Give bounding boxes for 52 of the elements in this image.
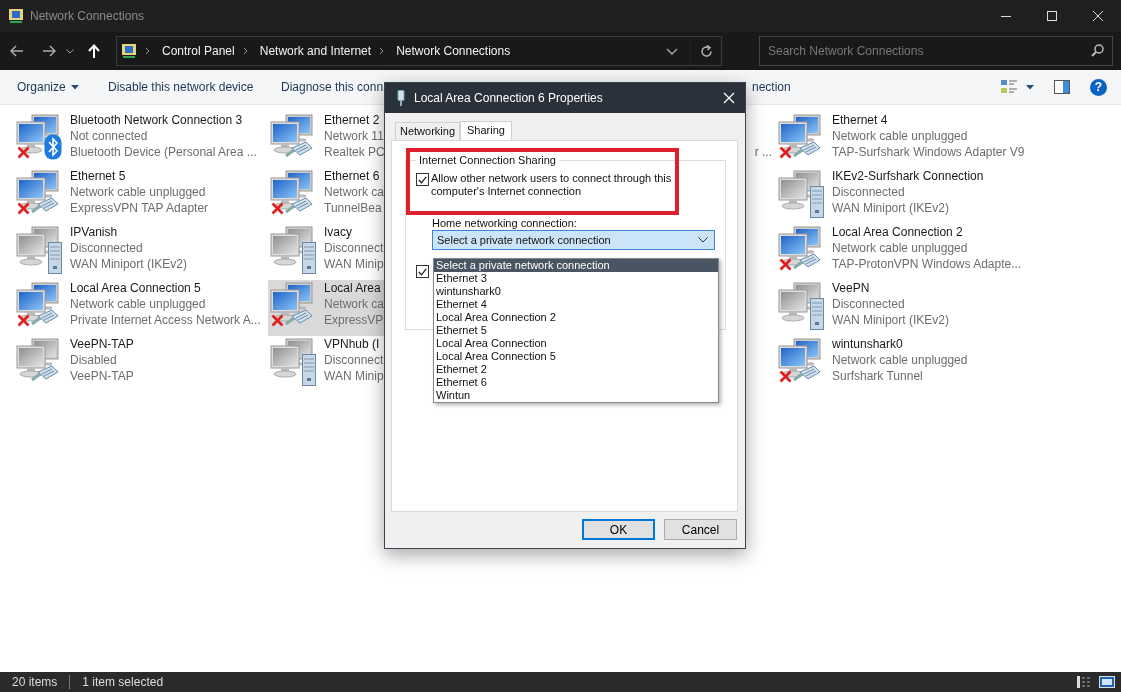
device-name: TAP-Surfshark Windows Adapter V9	[832, 144, 1025, 160]
connection-name: Local Area Connection 2	[832, 224, 964, 240]
connection-name: Ethernet 5	[70, 168, 127, 184]
connection-status: Network 11	[324, 128, 385, 144]
device-name: WAN Minip	[324, 256, 384, 272]
connection-status: Network ca	[324, 184, 385, 200]
device-name: WAN Minip	[324, 368, 384, 384]
connection-name: VPNhub (I	[324, 336, 381, 352]
connection-name: Ethernet 2	[324, 112, 381, 128]
device-name: ExpressVPN TAP Adapter	[70, 200, 209, 216]
device-name: WAN Miniport (IKEv2)	[832, 312, 949, 328]
device-name: ExpressVP	[324, 312, 385, 328]
device-name: Surfshark Tunnel	[832, 368, 924, 384]
connection-status: Not connected	[70, 128, 149, 144]
connection-status: Network cable unplugged	[70, 184, 207, 200]
device-name: WAN Miniport (IKEv2)	[70, 256, 187, 272]
field-label: Home networking connection:	[432, 217, 578, 230]
group-title: Internet Connection Sharing	[418, 154, 557, 166]
status-text: 1 item selected	[82, 675, 164, 689]
connection-name: wintunshark0	[832, 336, 904, 352]
device-name: TAP-ProtonVPN Windows Adapte...	[832, 256, 1022, 272]
dialog-title: Local Area Connection 6 Properties	[414, 91, 603, 105]
connection-status: Network cable unplugged	[70, 296, 207, 312]
connection-name: Local Area Connection 5	[70, 280, 202, 296]
connection-name: Ivacy	[324, 224, 353, 240]
connection-name: VeePN	[832, 280, 871, 296]
device-name: WAN Miniport (IKEv2)	[832, 200, 950, 216]
connection-status: Network cable unplugged	[832, 128, 969, 144]
connection-status: Disconnected	[832, 184, 906, 200]
connection-status: Network cable unplugged	[832, 352, 968, 368]
connection-status: Network cable unplugged	[832, 240, 969, 256]
device-name: Bluetooth Device (Personal Area ...	[70, 144, 257, 160]
connection-status: Disabled	[70, 352, 118, 368]
status-text: 20 items	[12, 675, 58, 689]
connection-status: Disconnect	[324, 352, 384, 368]
connection-name: IKEv2-Surfshark Connection	[832, 168, 984, 184]
connection-name: VeePN-TAP	[70, 336, 134, 352]
device-name: Realtek PC	[324, 144, 385, 160]
connection-name: IPVanish	[70, 224, 119, 240]
connection-name: Local Area	[324, 280, 382, 296]
connection-status: Disconnected	[832, 296, 906, 312]
connection-status: Network ca	[324, 296, 385, 312]
connection-status: Disconnected	[70, 240, 144, 256]
checkbox-label: Allow other network users to connect through this computer's Internet connection	[431, 172, 673, 198]
connection-name: Ethernet 6	[324, 168, 381, 184]
device-name: Private Internet Access Network A...	[70, 312, 261, 328]
connection-name: Bluetooth Network Connection 3	[70, 112, 244, 128]
device-name: TunnelBea	[324, 200, 383, 216]
window-title: Network Connections	[30, 9, 145, 23]
connection-status: Disconnect	[324, 240, 384, 256]
device-name: VeePN-TAP	[70, 368, 134, 384]
connection-name: Ethernet 4	[832, 112, 889, 128]
